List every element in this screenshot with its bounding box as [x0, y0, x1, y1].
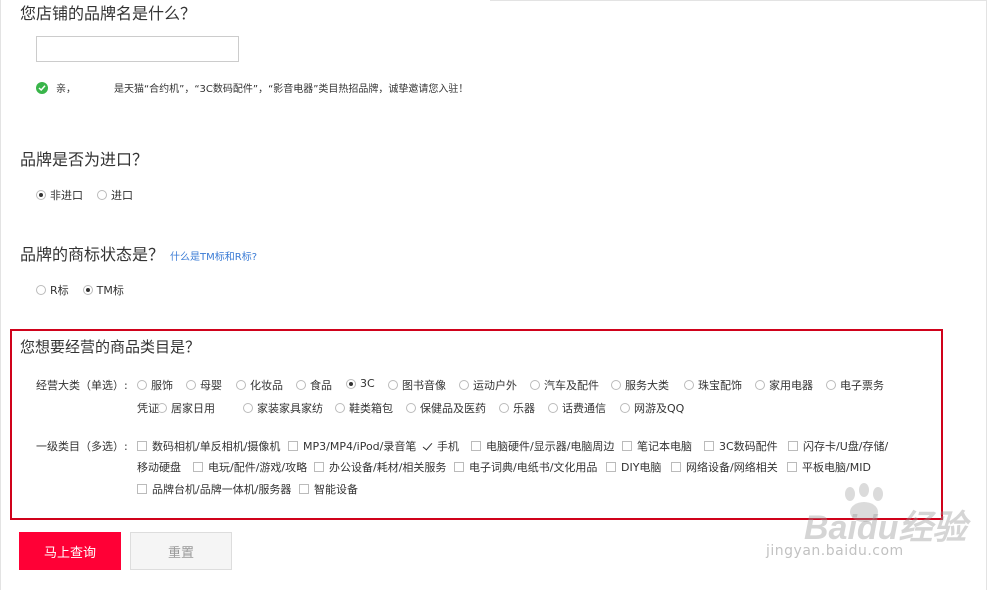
category-title: 您想要经营的商品类目是？: [20, 338, 201, 356]
import-question: 品牌是否为进口？: [20, 150, 149, 169]
sub-category-checkbox[interactable]: 闪存卡/U盘/存储/: [788, 438, 898, 454]
tip-text: 是天猫“合约机”，“3C数码配件”，“影音电器”类目热招品牌，诚挚邀请您入驻！: [114, 84, 469, 95]
radio-label: R标: [50, 284, 69, 297]
import-option-imported[interactable]: 进口: [97, 187, 133, 203]
main-category-option[interactable]: 鞋类箱包: [335, 400, 393, 416]
radio-selected-icon: [82, 285, 93, 295]
trademark-question-text: 品牌的商标状态是？: [20, 245, 165, 264]
import-option-domestic[interactable]: 非进口: [36, 187, 83, 203]
sub-category-label: 一级类目（多选）:: [36, 440, 128, 453]
main-category-option[interactable]: 汽车及配件: [530, 377, 599, 393]
import-radio-group: 非进口 进口: [36, 187, 147, 203]
tip-prefix: 亲，: [56, 84, 76, 95]
top-divider: [490, 0, 987, 1]
brand-name-input[interactable]: [36, 36, 239, 62]
main-category-option[interactable]: 服务大类: [611, 377, 669, 393]
sub-category-checkbox[interactable]: DIY电脑: [606, 459, 661, 475]
sub-category-checkbox[interactable]: 3C数码配件: [704, 438, 778, 454]
main-category-option[interactable]: 图书音像: [388, 377, 446, 393]
watermark-brand: Baidu经验: [804, 509, 967, 547]
trademark-option-tm[interactable]: TM标: [82, 282, 124, 298]
sub-category-checkbox[interactable]: 电子词典/电纸书/文化用品: [454, 459, 597, 475]
radio-icon: [97, 190, 107, 200]
trademark-question: 品牌的商标状态是？ 什么是TM标和R标?: [20, 241, 257, 265]
radio-selected-icon: [36, 190, 46, 200]
watermark-url: jingyan.baidu.com: [766, 543, 904, 559]
sub-category-checkbox[interactable]: 笔记本电脑: [622, 438, 692, 454]
radio-label: 进口: [111, 189, 133, 202]
sub-category-checkbox[interactable]: 数码相机/单反相机/摄像机: [137, 438, 280, 454]
main-category-option[interactable]: 电子票务: [826, 377, 884, 393]
sub-category-checkbox[interactable]: 网络设备/网络相关: [671, 459, 778, 475]
radio-label: TM标: [96, 284, 124, 297]
main-category-wrap-text: 凭证: [137, 402, 159, 415]
sub-category-checkbox[interactable]: 平板电脑/MID: [787, 459, 871, 475]
main-category-option[interactable]: 话费通信: [548, 400, 606, 416]
main-category-option[interactable]: 家用电器: [755, 377, 813, 393]
sub-category-wrap-text: 移动硬盘: [137, 461, 181, 474]
sub-category-checkbox[interactable]: MP3/MP4/iPod/录音笔: [288, 438, 416, 454]
main-category-option[interactable]: 网游及QQ: [620, 400, 684, 416]
main-category-option[interactable]: 母婴: [186, 377, 222, 393]
check-circle-icon: [36, 81, 48, 94]
main-category-label: 经营大类（单选）:: [36, 379, 128, 392]
main-category-option[interactable]: 食品: [296, 377, 332, 393]
trademark-option-r[interactable]: R标: [36, 282, 69, 298]
sub-category-checkbox-checked[interactable]: 手机: [422, 438, 459, 454]
main-category-option[interactable]: 服饰: [137, 377, 173, 393]
main-category-option[interactable]: 保健品及医药: [406, 400, 486, 416]
main-category-option[interactable]: 乐器: [499, 400, 535, 416]
trademark-help-link[interactable]: 什么是TM标和R标?: [170, 252, 257, 263]
trademark-radio-group: R标 TM标: [36, 282, 138, 298]
sub-category-checkbox[interactable]: 电玩/配件/游戏/攻略: [193, 459, 307, 475]
brand-name-question: 您店铺的品牌名是什么？: [20, 4, 197, 23]
main-category-option[interactable]: 化妆品: [236, 377, 283, 393]
reset-button[interactable]: 重置: [130, 532, 232, 570]
brand-tip: 亲， 是天猫“合约机”，“3C数码配件”，“影音电器”类目热招品牌，诚挚邀请您入…: [36, 80, 468, 95]
sub-category-checkbox[interactable]: 办公设备/耗材/相关服务: [314, 459, 446, 475]
sub-category-checkbox[interactable]: 智能设备: [299, 481, 358, 497]
main-category-option[interactable]: 运动户外: [459, 377, 517, 393]
main-category-option[interactable]: 珠宝配饰: [684, 377, 742, 393]
radio-icon: [36, 285, 46, 295]
search-button[interactable]: 马上查询: [19, 532, 121, 570]
main-category-option-selected[interactable]: 3C: [346, 377, 375, 390]
radio-label: 非进口: [50, 189, 83, 202]
main-category-option[interactable]: 家装家具家纺: [243, 400, 323, 416]
sub-category-checkbox[interactable]: 品牌台机/品牌一体机/服务器: [137, 481, 291, 497]
main-category-option[interactable]: 居家日用: [157, 400, 215, 416]
sub-category-checkbox[interactable]: 电脑硬件/显示器/电脑周边: [471, 438, 614, 454]
